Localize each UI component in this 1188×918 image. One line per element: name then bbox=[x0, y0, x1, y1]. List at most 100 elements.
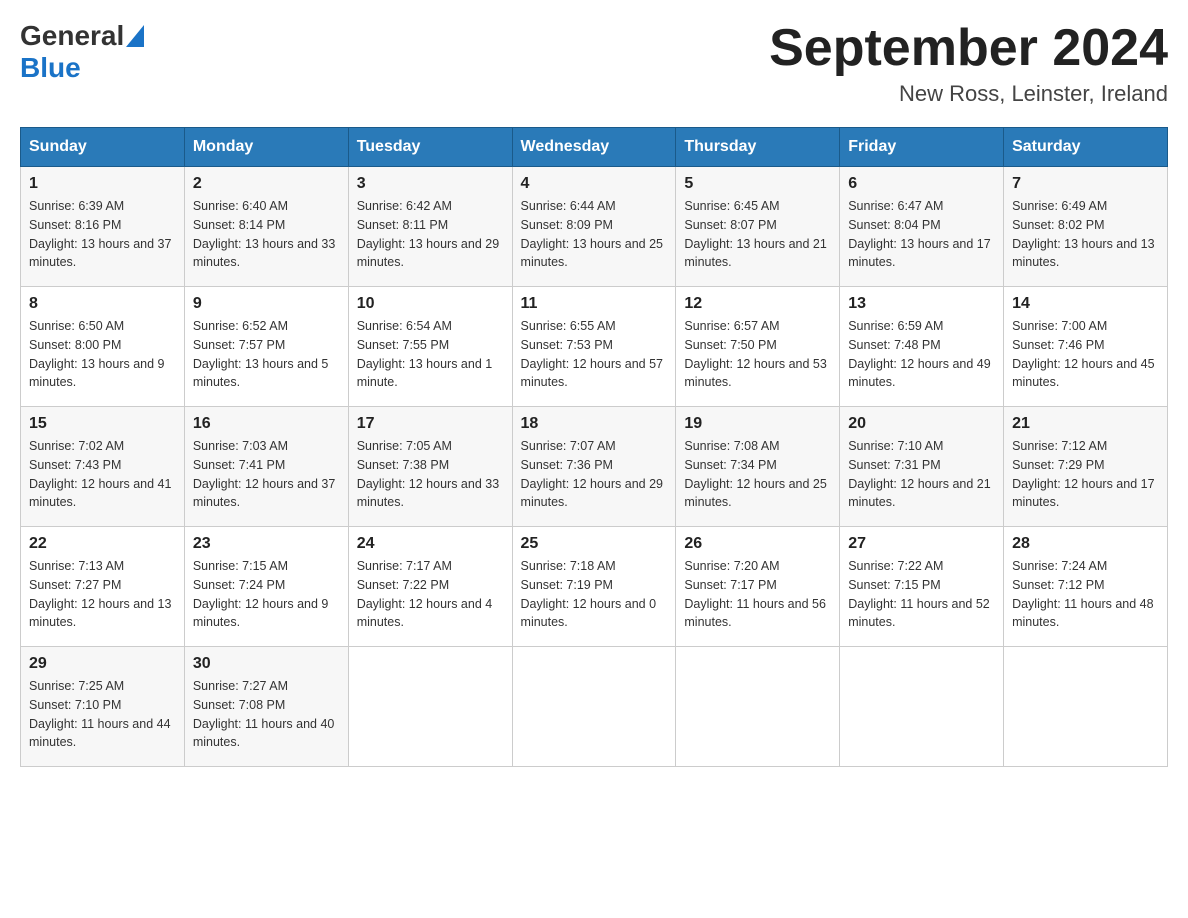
day-info: Sunrise: 7:20 AMSunset: 7:17 PMDaylight:… bbox=[684, 557, 831, 632]
header-thursday: Thursday bbox=[676, 128, 840, 167]
day-number: 26 bbox=[684, 535, 831, 553]
calendar-cell: 10 Sunrise: 6:54 AMSunset: 7:55 PMDayligh… bbox=[348, 287, 512, 407]
calendar-header-row: SundayMondayTuesdayWednesdayThursdayFrid… bbox=[21, 128, 1168, 167]
calendar-cell: 7Sunrise: 6:49 AMSunset: 8:02 PMDaylight… bbox=[1004, 167, 1168, 287]
week-row-3: 15 Sunrise: 7:02 AMSunset: 7:43 PMDayligh… bbox=[21, 407, 1168, 527]
logo-area: General Blue bbox=[20, 20, 144, 84]
day-number: 12 bbox=[684, 295, 831, 313]
day-number: 13 bbox=[848, 295, 995, 313]
header-friday: Friday bbox=[840, 128, 1004, 167]
header-wednesday: Wednesday bbox=[512, 128, 676, 167]
day-info: Sunrise: 7:00 AMSunset: 7:46 PMDaylight:… bbox=[1012, 317, 1159, 392]
calendar-cell: 9 Sunrise: 6:52 AMSunset: 7:57 PMDaylight… bbox=[184, 287, 348, 407]
calendar-cell: 5Sunrise: 6:45 AMSunset: 8:07 PMDaylight… bbox=[676, 167, 840, 287]
calendar-cell: 27 Sunrise: 7:22 AMSunset: 7:15 PMDayligh… bbox=[840, 527, 1004, 647]
day-number: 3 bbox=[357, 175, 504, 193]
logo-blue-text: Blue bbox=[20, 52, 81, 83]
header-monday: Monday bbox=[184, 128, 348, 167]
calendar-cell: 22 Sunrise: 7:13 AMSunset: 7:27 PMDayligh… bbox=[21, 527, 185, 647]
day-number: 15 bbox=[29, 415, 176, 433]
day-info: Sunrise: 7:22 AMSunset: 7:15 PMDaylight:… bbox=[848, 557, 995, 632]
calendar-cell: 30 Sunrise: 7:27 AMSunset: 7:08 PMDayligh… bbox=[184, 647, 348, 767]
day-number: 29 bbox=[29, 655, 176, 673]
day-number: 7 bbox=[1012, 175, 1159, 193]
logo-triangle-icon bbox=[126, 25, 144, 47]
calendar-cell: 6 Sunrise: 6:47 AMSunset: 8:04 PMDaylight… bbox=[840, 167, 1004, 287]
day-number: 28 bbox=[1012, 535, 1159, 553]
day-info: Sunrise: 7:08 AMSunset: 7:34 PMDaylight:… bbox=[684, 437, 831, 512]
day-number: 1 bbox=[29, 175, 176, 193]
logo-general-text: General bbox=[20, 20, 124, 52]
day-number: 23 bbox=[193, 535, 340, 553]
day-number: 18 bbox=[521, 415, 668, 433]
day-info: Sunrise: 6:42 AMSunset: 8:11 PMDaylight:… bbox=[357, 197, 504, 272]
header-tuesday: Tuesday bbox=[348, 128, 512, 167]
calendar-cell: 25Sunrise: 7:18 AMSunset: 7:19 PMDayligh… bbox=[512, 527, 676, 647]
calendar-cell: 23 Sunrise: 7:15 AMSunset: 7:24 PMDayligh… bbox=[184, 527, 348, 647]
week-row-1: 1 Sunrise: 6:39 AMSunset: 8:16 PMDaylight… bbox=[21, 167, 1168, 287]
calendar-cell: 1 Sunrise: 6:39 AMSunset: 8:16 PMDaylight… bbox=[21, 167, 185, 287]
day-info: Sunrise: 6:52 AMSunset: 7:57 PMDaylight:… bbox=[193, 317, 340, 392]
day-number: 30 bbox=[193, 655, 340, 673]
calendar-cell: 17 Sunrise: 7:05 AMSunset: 7:38 PMDayligh… bbox=[348, 407, 512, 527]
day-info: Sunrise: 7:17 AMSunset: 7:22 PMDaylight:… bbox=[357, 557, 504, 632]
calendar-cell: 15 Sunrise: 7:02 AMSunset: 7:43 PMDayligh… bbox=[21, 407, 185, 527]
day-number: 24 bbox=[357, 535, 504, 553]
header-sunday: Sunday bbox=[21, 128, 185, 167]
calendar-cell: 18 Sunrise: 7:07 AMSunset: 7:36 PMDayligh… bbox=[512, 407, 676, 527]
week-row-5: 29 Sunrise: 7:25 AMSunset: 7:10 PMDayligh… bbox=[21, 647, 1168, 767]
calendar-cell: 11Sunrise: 6:55 AMSunset: 7:53 PMDayligh… bbox=[512, 287, 676, 407]
day-number: 27 bbox=[848, 535, 995, 553]
calendar-cell: 13 Sunrise: 6:59 AMSunset: 7:48 PMDayligh… bbox=[840, 287, 1004, 407]
calendar-cell bbox=[512, 647, 676, 767]
page-header: General Blue September 2024 New Ross, Le… bbox=[20, 20, 1168, 107]
day-info: Sunrise: 7:02 AMSunset: 7:43 PMDaylight:… bbox=[29, 437, 176, 512]
calendar-cell: 19 Sunrise: 7:08 AMSunset: 7:34 PMDayligh… bbox=[676, 407, 840, 527]
day-info: Sunrise: 7:15 AMSunset: 7:24 PMDaylight:… bbox=[193, 557, 340, 632]
day-number: 16 bbox=[193, 415, 340, 433]
calendar-cell: 3 Sunrise: 6:42 AMSunset: 8:11 PMDaylight… bbox=[348, 167, 512, 287]
calendar-table: SundayMondayTuesdayWednesdayThursdayFrid… bbox=[20, 127, 1168, 767]
day-number: 8 bbox=[29, 295, 176, 313]
day-number: 19 bbox=[684, 415, 831, 433]
day-number: 22 bbox=[29, 535, 176, 553]
day-number: 4 bbox=[521, 175, 668, 193]
calendar-cell: 21Sunrise: 7:12 AMSunset: 7:29 PMDayligh… bbox=[1004, 407, 1168, 527]
day-info: Sunrise: 7:05 AMSunset: 7:38 PMDaylight:… bbox=[357, 437, 504, 512]
day-info: Sunrise: 6:54 AMSunset: 7:55 PMDaylight:… bbox=[357, 317, 504, 392]
day-info: Sunrise: 7:10 AMSunset: 7:31 PMDaylight:… bbox=[848, 437, 995, 512]
day-info: Sunrise: 6:39 AMSunset: 8:16 PMDaylight:… bbox=[29, 197, 176, 272]
calendar-cell bbox=[676, 647, 840, 767]
week-row-4: 22 Sunrise: 7:13 AMSunset: 7:27 PMDayligh… bbox=[21, 527, 1168, 647]
calendar-cell bbox=[840, 647, 1004, 767]
day-info: Sunrise: 6:50 AMSunset: 8:00 PMDaylight:… bbox=[29, 317, 176, 392]
day-number: 20 bbox=[848, 415, 995, 433]
month-title: September 2024 bbox=[769, 20, 1168, 77]
day-info: Sunrise: 7:03 AMSunset: 7:41 PMDaylight:… bbox=[193, 437, 340, 512]
calendar-cell: 24 Sunrise: 7:17 AMSunset: 7:22 PMDayligh… bbox=[348, 527, 512, 647]
day-info: Sunrise: 7:24 AMSunset: 7:12 PMDaylight:… bbox=[1012, 557, 1159, 632]
day-info: Sunrise: 7:07 AMSunset: 7:36 PMDaylight:… bbox=[521, 437, 668, 512]
calendar-cell: 4Sunrise: 6:44 AMSunset: 8:09 PMDaylight… bbox=[512, 167, 676, 287]
calendar-cell: 16 Sunrise: 7:03 AMSunset: 7:41 PMDayligh… bbox=[184, 407, 348, 527]
calendar-cell: 20 Sunrise: 7:10 AMSunset: 7:31 PMDayligh… bbox=[840, 407, 1004, 527]
day-number: 2 bbox=[193, 175, 340, 193]
day-info: Sunrise: 7:12 AMSunset: 7:29 PMDaylight:… bbox=[1012, 437, 1159, 512]
location-title: New Ross, Leinster, Ireland bbox=[769, 81, 1168, 107]
title-area: September 2024 New Ross, Leinster, Irela… bbox=[769, 20, 1168, 107]
day-info: Sunrise: 6:59 AMSunset: 7:48 PMDaylight:… bbox=[848, 317, 995, 392]
calendar-cell: 2Sunrise: 6:40 AMSunset: 8:14 PMDaylight… bbox=[184, 167, 348, 287]
day-number: 17 bbox=[357, 415, 504, 433]
day-number: 6 bbox=[848, 175, 995, 193]
day-info: Sunrise: 7:27 AMSunset: 7:08 PMDaylight:… bbox=[193, 677, 340, 752]
day-number: 10 bbox=[357, 295, 504, 313]
day-info: Sunrise: 6:47 AMSunset: 8:04 PMDaylight:… bbox=[848, 197, 995, 272]
day-info: Sunrise: 7:25 AMSunset: 7:10 PMDaylight:… bbox=[29, 677, 176, 752]
day-info: Sunrise: 7:13 AMSunset: 7:27 PMDaylight:… bbox=[29, 557, 176, 632]
day-info: Sunrise: 6:57 AMSunset: 7:50 PMDaylight:… bbox=[684, 317, 831, 392]
header-saturday: Saturday bbox=[1004, 128, 1168, 167]
day-number: 9 bbox=[193, 295, 340, 313]
calendar-cell: 12 Sunrise: 6:57 AMSunset: 7:50 PMDayligh… bbox=[676, 287, 840, 407]
day-number: 5 bbox=[684, 175, 831, 193]
day-info: Sunrise: 7:18 AMSunset: 7:19 PMDaylight:… bbox=[521, 557, 668, 632]
